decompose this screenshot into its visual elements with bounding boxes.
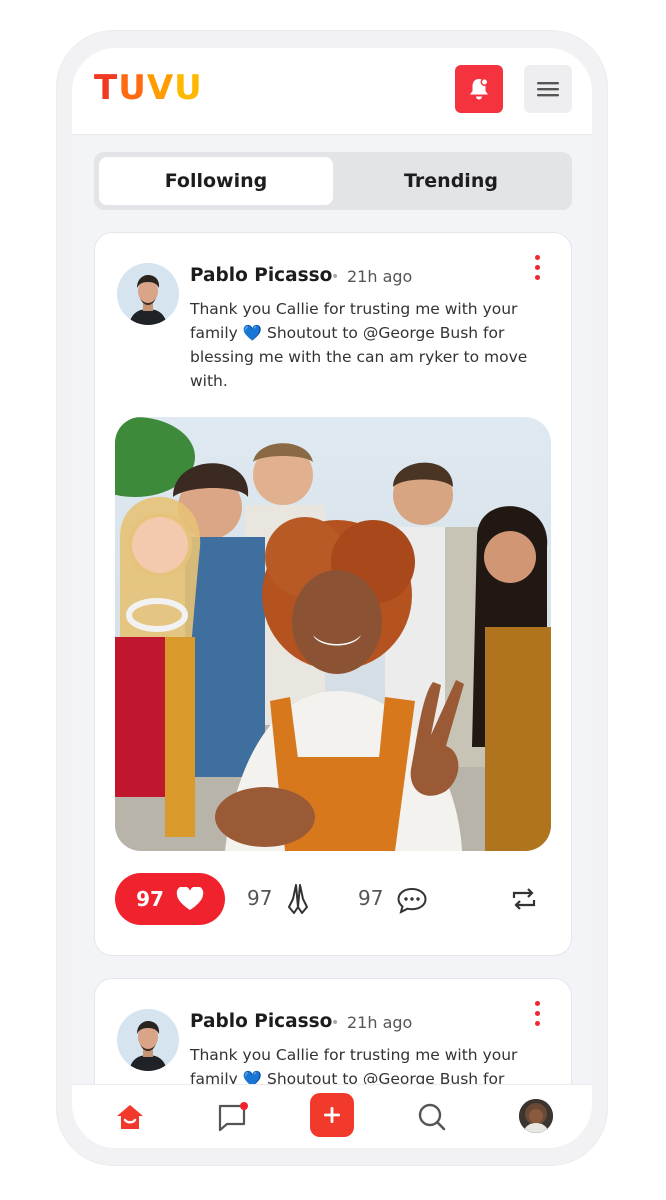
comment-count: 97	[358, 886, 384, 910]
app-screen: TUVU Following Trending Pablo Picasso • …	[72, 48, 592, 1148]
separator-dot: •	[331, 1015, 340, 1031]
menu-button[interactable]	[524, 65, 572, 113]
post-text: Thank you Callie for trusting me with yo…	[190, 300, 528, 390]
comment-icon[interactable]	[396, 886, 428, 914]
create-post-button[interactable]	[310, 1093, 354, 1137]
search-icon	[418, 1103, 446, 1131]
phone-frame: TUVU Following Trending Pablo Picasso • …	[56, 30, 608, 1166]
like-button[interactable]: 97	[115, 873, 225, 925]
prayer-count: 97	[247, 886, 273, 910]
post-image[interactable]	[115, 417, 551, 851]
nav-messages[interactable]	[215, 1099, 251, 1135]
more-options-icon[interactable]	[535, 255, 541, 285]
notification-button[interactable]	[455, 65, 503, 113]
bottom-navigation	[72, 1084, 592, 1148]
post-card: Pablo Picasso • 21h ago Thank you Callie…	[94, 232, 572, 956]
nav-profile-avatar[interactable]	[519, 1099, 553, 1133]
author-avatar[interactable]	[117, 1009, 179, 1071]
tab-trending[interactable]: Trending	[334, 157, 568, 205]
praying-hands-icon[interactable]	[287, 883, 309, 915]
separator-dot: •	[331, 269, 340, 285]
plus-icon	[324, 1107, 340, 1123]
top-bar: TUVU	[72, 48, 592, 135]
tuvu-logo[interactable]: TUVU	[94, 68, 203, 108]
post-time: 21h ago	[347, 1013, 413, 1032]
author-name[interactable]: Pablo Picasso	[190, 1011, 332, 1032]
post-actions: 97 97 97	[115, 873, 551, 925]
nav-search[interactable]	[414, 1099, 450, 1135]
bell-icon	[470, 78, 489, 100]
home-icon	[117, 1105, 143, 1129]
hamburger-icon	[537, 82, 559, 97]
like-count: 97	[136, 887, 164, 911]
post-time: 21h ago	[347, 267, 413, 286]
author-avatar[interactable]	[117, 263, 179, 325]
repost-icon[interactable]	[511, 887, 537, 911]
author-name[interactable]: Pablo Picasso	[190, 265, 332, 286]
more-options-icon[interactable]	[535, 1001, 541, 1031]
heart-icon	[176, 887, 204, 910]
chat-icon	[218, 1102, 248, 1132]
nav-home[interactable]	[112, 1099, 148, 1135]
tab-following[interactable]: Following	[99, 157, 333, 205]
feed-tabs: Following Trending	[94, 152, 572, 210]
